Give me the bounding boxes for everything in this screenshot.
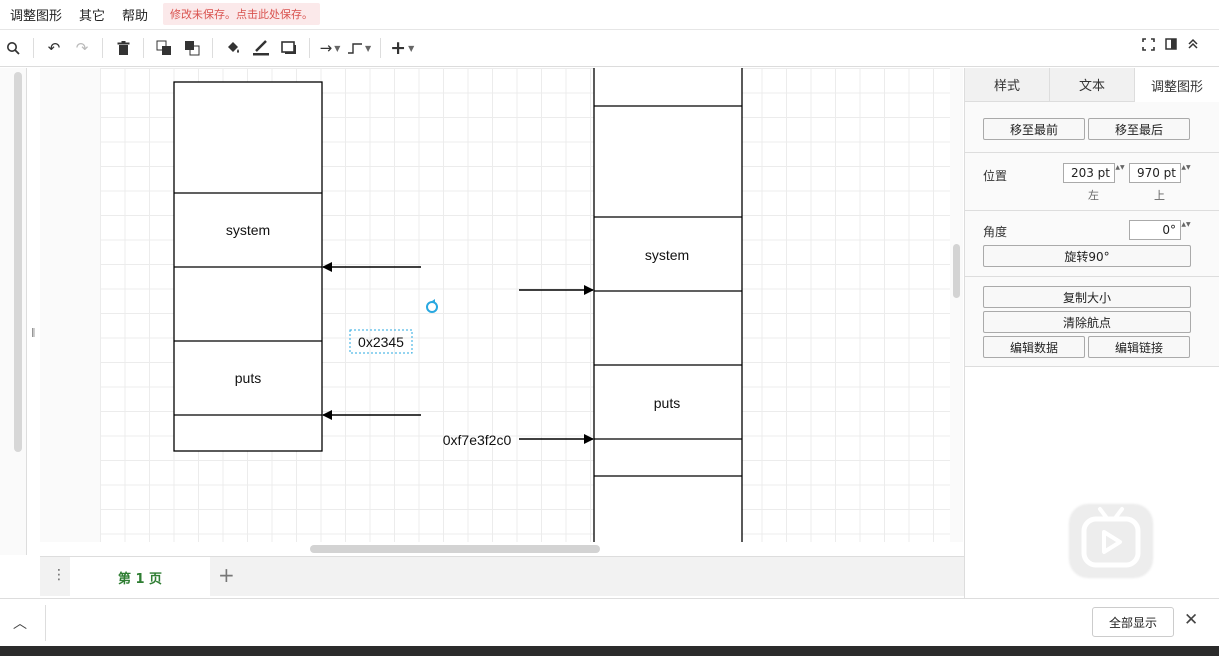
collapse-chevron-icon[interactable]: [1187, 38, 1199, 54]
chevron-up-icon[interactable]: ︿: [13, 613, 27, 633]
menu-arrange[interactable]: 调整图形: [0, 5, 69, 24]
copy-size-button[interactable]: 复制大小: [983, 286, 1191, 308]
sidebar-splitter[interactable]: [27, 68, 39, 555]
top-position-input[interactable]: 970 pt: [1129, 163, 1181, 183]
undo-icon[interactable]: ↶: [43, 36, 65, 60]
toolbar-separator: [309, 38, 310, 58]
show-all-button[interactable]: 全部显示: [1092, 607, 1174, 637]
rotate-90-button[interactable]: 旋转90°: [983, 245, 1191, 267]
toolbar-separator: [212, 38, 213, 58]
angle-section: 角度 0° ▲▼ 旋转90°: [965, 211, 1219, 277]
taskbar: [0, 646, 1219, 656]
bottom-bar: ︿ 全部显示 ✕: [0, 598, 1219, 646]
chevron-down-icon: ▼: [365, 43, 372, 53]
floating-player[interactable]: [1070, 505, 1152, 577]
waypoint-icon[interactable]: ▼: [347, 36, 371, 60]
tab-style[interactable]: 样式: [965, 68, 1050, 102]
toolbar-right: [1142, 38, 1199, 54]
left-system-label[interactable]: system: [226, 222, 270, 238]
sidebar-scrollbar[interactable]: [14, 72, 22, 452]
left-stepper-icon[interactable]: ▲▼: [1115, 164, 1125, 172]
chevron-down-icon: ▼: [408, 43, 415, 53]
to-front-icon[interactable]: [153, 36, 175, 60]
fill-color-icon[interactable]: [222, 36, 244, 60]
tab-text[interactable]: 文本: [1050, 68, 1135, 102]
diagram-svg: system puts system puts 0x2345 0xf7e3f2c…: [173, 68, 743, 542]
position-label: 位置: [983, 169, 1008, 183]
page-menu-icon[interactable]: ⋮: [52, 567, 66, 583]
left-position-input[interactable]: 203 pt: [1063, 163, 1115, 183]
right-system-label[interactable]: system: [645, 247, 689, 263]
connection-icon[interactable]: → ▼: [319, 36, 341, 60]
puts-address-label[interactable]: 0xf7e3f2c0: [443, 432, 512, 448]
toolbar-separator: [102, 38, 103, 58]
left-puts-label[interactable]: puts: [235, 370, 261, 386]
line-color-icon[interactable]: [250, 36, 272, 60]
chevron-down-icon: ▼: [334, 43, 341, 53]
selected-address-label[interactable]: 0x2345: [358, 334, 404, 350]
left-sublabel: 左: [1088, 189, 1099, 202]
bottom-separator: [45, 605, 46, 641]
splitter-grip-icon[interactable]: ‖: [31, 328, 36, 338]
edit-link-button[interactable]: 编辑链接: [1088, 336, 1190, 358]
menu-extras[interactable]: 其它: [69, 5, 112, 24]
edit-data-button[interactable]: 编辑数据: [983, 336, 1085, 358]
to-back-icon[interactable]: [181, 36, 203, 60]
angle-label: 角度: [983, 225, 1008, 239]
top-sublabel: 上: [1154, 189, 1165, 202]
toolbar: ↶ ↷ → ▼ ▼ + ▼: [0, 29, 1219, 67]
canvas-horizontal-scrollbar[interactable]: [310, 545, 600, 553]
left-stack[interactable]: [173, 81, 323, 452]
toolbar-separator: [33, 38, 34, 58]
angle-input[interactable]: 0°: [1129, 220, 1181, 240]
unsaved-notice[interactable]: 修改未保存。点击此处保存。: [163, 3, 321, 25]
clear-waypoints-button[interactable]: 清除航点: [983, 311, 1191, 333]
redo-icon[interactable]: ↷: [71, 36, 93, 60]
top-stepper-icon[interactable]: ▲▼: [1181, 164, 1191, 172]
format-tabs: 样式 文本 调整图形: [965, 68, 1219, 102]
toolbar-separator: [380, 38, 382, 58]
shape-sidebar: [0, 68, 27, 555]
zoom-icon[interactable]: [2, 36, 24, 60]
order-section: 移至最前 移至最后: [965, 102, 1219, 153]
menu-bar: 调整图形 其它 帮助 修改未保存。点击此处保存。: [0, 0, 1219, 28]
page-tabs-bar: ⋮ 第 1 页 +: [40, 556, 964, 597]
canvas-vertical-scrollbar[interactable]: [953, 244, 960, 298]
format-panel-toggle-icon[interactable]: [1165, 38, 1177, 54]
tab-arrange[interactable]: 调整图形: [1135, 68, 1219, 102]
angle-stepper-icon[interactable]: ▲▼: [1181, 221, 1191, 229]
toolbar-separator: [143, 38, 144, 58]
rotate-handle-icon[interactable]: [426, 299, 438, 313]
close-icon[interactable]: ✕: [1184, 610, 1198, 630]
actions-section: 复制大小 清除航点 编辑数据 编辑链接: [965, 277, 1219, 367]
position-section: 位置 203 pt ▲▼ 970 pt ▲▼ 左 上: [965, 153, 1219, 211]
fullscreen-icon[interactable]: [1142, 38, 1155, 54]
right-puts-label[interactable]: puts: [654, 395, 680, 411]
right-stack[interactable]: [593, 68, 743, 542]
menu-help[interactable]: 帮助: [112, 5, 155, 24]
play-icon: [1081, 507, 1141, 568]
shadow-icon[interactable]: [278, 36, 300, 60]
to-back-button[interactable]: 移至最后: [1088, 118, 1190, 140]
to-front-button[interactable]: 移至最前: [983, 118, 1085, 140]
diagram-canvas[interactable]: system puts system puts 0x2345 0xf7e3f2c…: [40, 68, 963, 542]
page-tab-1[interactable]: 第 1 页: [70, 557, 210, 597]
insert-icon[interactable]: + ▼: [390, 36, 414, 60]
delete-icon[interactable]: [112, 36, 134, 60]
add-page-icon[interactable]: +: [218, 563, 235, 587]
